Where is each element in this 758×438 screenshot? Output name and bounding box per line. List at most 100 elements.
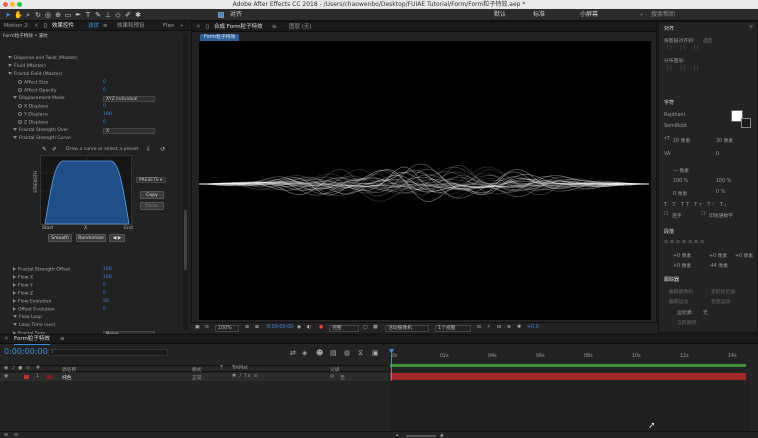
effect-property-row[interactable]: Fractal Strength Over X (13, 128, 193, 134)
stroke-width-value[interactable]: — 像素 (673, 167, 689, 174)
transparency-grid-icon[interactable]: ▦ (373, 323, 378, 333)
frame-blending-icon[interactable]: ▤ (330, 349, 337, 357)
property-value[interactable]: 0 (103, 283, 106, 289)
timeline-zoom-slider[interactable] (406, 435, 436, 437)
text-style-buttons[interactable]: T T TT Tт T¹ T₁ (664, 203, 729, 208)
layer-switches[interactable]: ✱ / fx ⊙ (232, 374, 259, 379)
tracking-value[interactable]: 0 (716, 152, 719, 157)
exposure-value[interactable]: +0.0 (527, 323, 539, 333)
property-value[interactable]: 50 (103, 299, 109, 305)
zoom-out-icon[interactable]: ▴ (396, 433, 398, 438)
graph-editor-icon[interactable]: ⧖ (358, 349, 363, 358)
expand-triangle-icon[interactable] (13, 267, 16, 271)
composition-canvas[interactable] (198, 41, 651, 320)
comp-mini-flowchart-icon[interactable]: ⇄ (290, 349, 296, 357)
viewer-timecode[interactable]: 0:00:00:00 (267, 323, 293, 333)
indent-first-value[interactable]: +0 像素 (673, 262, 691, 269)
property-value[interactable]: 0 (103, 80, 106, 86)
col-parent[interactable]: 父级 (330, 366, 340, 373)
selection-tool-icon[interactable]: ➤ (4, 11, 12, 19)
effect-property-row[interactable]: Flow X 100 (13, 275, 193, 281)
expand-triangle-icon[interactable] (13, 283, 16, 287)
menu-icon[interactable]: ≡ (103, 21, 108, 31)
property-value[interactable]: 0 (103, 291, 106, 297)
space-after-value[interactable]: -44 像素 (709, 262, 728, 269)
pan-behind-tool-icon[interactable]: ⊕ (54, 11, 62, 19)
motion-blur-icon[interactable]: ◍ (344, 349, 350, 357)
effect-property-row[interactable]: Affect Size 0 (18, 80, 198, 86)
stopwatch-icon[interactable] (18, 88, 22, 92)
expand-triangle-icon[interactable] (13, 291, 16, 295)
vertical-scale-value[interactable]: 100 % (673, 179, 688, 184)
channel-icon[interactable]: ● (319, 323, 323, 333)
work-area-bar[interactable] (390, 364, 746, 367)
rectangle-tool-icon[interactable]: ▭ (64, 11, 72, 19)
resolution-dropdown[interactable]: 完整 (329, 325, 359, 332)
tab-effects-presets[interactable]: 效果和预设 (117, 21, 145, 31)
timeline-icon[interactable]: ⊟ (497, 323, 501, 333)
graph-icon[interactable]: ▣ (372, 349, 379, 357)
parent-pickwhip-icon[interactable]: ◎ (330, 374, 334, 379)
snapshot-icon[interactable]: ◉ (297, 323, 301, 333)
camera-dropdown[interactable]: 活动摄像机 (385, 325, 429, 332)
pencil-icon[interactable]: ✐ (52, 146, 57, 153)
expand-triangle-icon[interactable] (8, 72, 12, 75)
indent-right-value[interactable]: +0 像素 (709, 252, 727, 259)
effect-property-row[interactable]: Flow Loop (13, 315, 193, 321)
close-window-icon[interactable] (3, 2, 8, 7)
align-buttons[interactable]: ▕▏▕▏▕▏ (664, 46, 704, 51)
strength-curve-graph[interactable] (40, 155, 133, 226)
ligature-checkbox[interactable]: ☐ (664, 212, 668, 217)
font-size-value[interactable]: 20 像素 (673, 137, 690, 144)
motion-source-value[interactable]: 无 (703, 309, 708, 316)
import-curve-icon[interactable]: ⇩ (146, 146, 151, 153)
expand-triangle-icon[interactable] (13, 128, 17, 131)
tab-timeline[interactable]: Form粒子特效 (14, 335, 50, 345)
timeline-timecode[interactable]: 0:00:00:00 (4, 347, 48, 356)
help-search-input[interactable]: 搜索帮助 (651, 10, 675, 20)
workspace-small-screen[interactable]: 小屏幕 (580, 10, 598, 20)
layer-parent[interactable]: 无 (340, 374, 345, 381)
effect-property-row[interactable]: Disperse and Twist (Master) (8, 56, 188, 62)
stroke-color-swatch[interactable] (741, 118, 751, 128)
layer-name[interactable]: 纯色 (62, 374, 72, 381)
property-value[interactable]: 100 (103, 275, 112, 281)
col-t[interactable]: T (220, 366, 223, 371)
font-style-dropdown[interactable]: SemiBold (664, 124, 687, 129)
workspace-standard[interactable]: 标准 (533, 10, 545, 20)
layer-row[interactable]: ◉ 1 纯色 正常 ✱ / fx ⊙ ◎ 无 (0, 373, 388, 381)
toggle-pixel-icon[interactable]: ⊡ (477, 323, 481, 333)
expand-triangle-icon[interactable] (13, 275, 16, 279)
layer-label-color[interactable] (24, 375, 29, 379)
effect-property-row[interactable]: Displacement Mode XYZ Individual (13, 96, 193, 102)
tab-effect-controls[interactable]: 效果控件 (52, 21, 74, 31)
space-before-value[interactable]: +0 像素 (735, 252, 753, 259)
brush-tool-icon[interactable]: ✎ (94, 11, 102, 19)
effect-property-row[interactable]: Fractal Field (Master) (8, 72, 188, 78)
distribute-buttons[interactable]: ▕▏▕▏▕▏ (664, 66, 704, 71)
col-trkmat[interactable]: TrkMat (232, 366, 248, 371)
property-value[interactable]: 0 (103, 104, 106, 110)
reset-exposure-icon[interactable]: ✱ (517, 323, 521, 333)
timeline-menu-icon[interactable]: ≡ (60, 335, 65, 344)
indent-left-value[interactable]: +0 像素 (673, 252, 691, 259)
expand-triangle-icon[interactable] (13, 136, 17, 139)
stopwatch-icon[interactable] (18, 120, 22, 124)
paste-button[interactable]: Paste (140, 202, 164, 210)
rotate-tool-icon[interactable]: ↻ (34, 11, 42, 19)
effect-property-row[interactable]: Fluid (Master) (8, 64, 188, 70)
tab-composition[interactable]: 合成 Form粒子特效 (214, 22, 263, 32)
viewer-menu-icon[interactable]: ≡ (272, 22, 277, 32)
timeline-close-icon[interactable]: ✕ (4, 335, 9, 344)
align-menu-icon[interactable]: ≡ (749, 25, 753, 30)
effect-property-row[interactable]: Affect Opacity 0 (18, 88, 198, 94)
comp-navigator-tab[interactable]: Form粒子特效 (200, 34, 240, 41)
viewer-close-icon[interactable]: ✕ (196, 22, 201, 32)
warp-stabilizer-button[interactable]: 变形稳定器 (711, 288, 735, 295)
roto-brush-tool-icon[interactable]: ✐ (124, 11, 132, 19)
shy-icon[interactable]: ☻ (316, 349, 323, 357)
baseline-shift-value[interactable]: 0 像素 (673, 190, 687, 197)
expand-triangle-icon[interactable] (8, 56, 12, 59)
pen-tool-icon[interactable]: ✒ (74, 11, 82, 19)
property-value[interactable]: 100 (103, 267, 112, 273)
